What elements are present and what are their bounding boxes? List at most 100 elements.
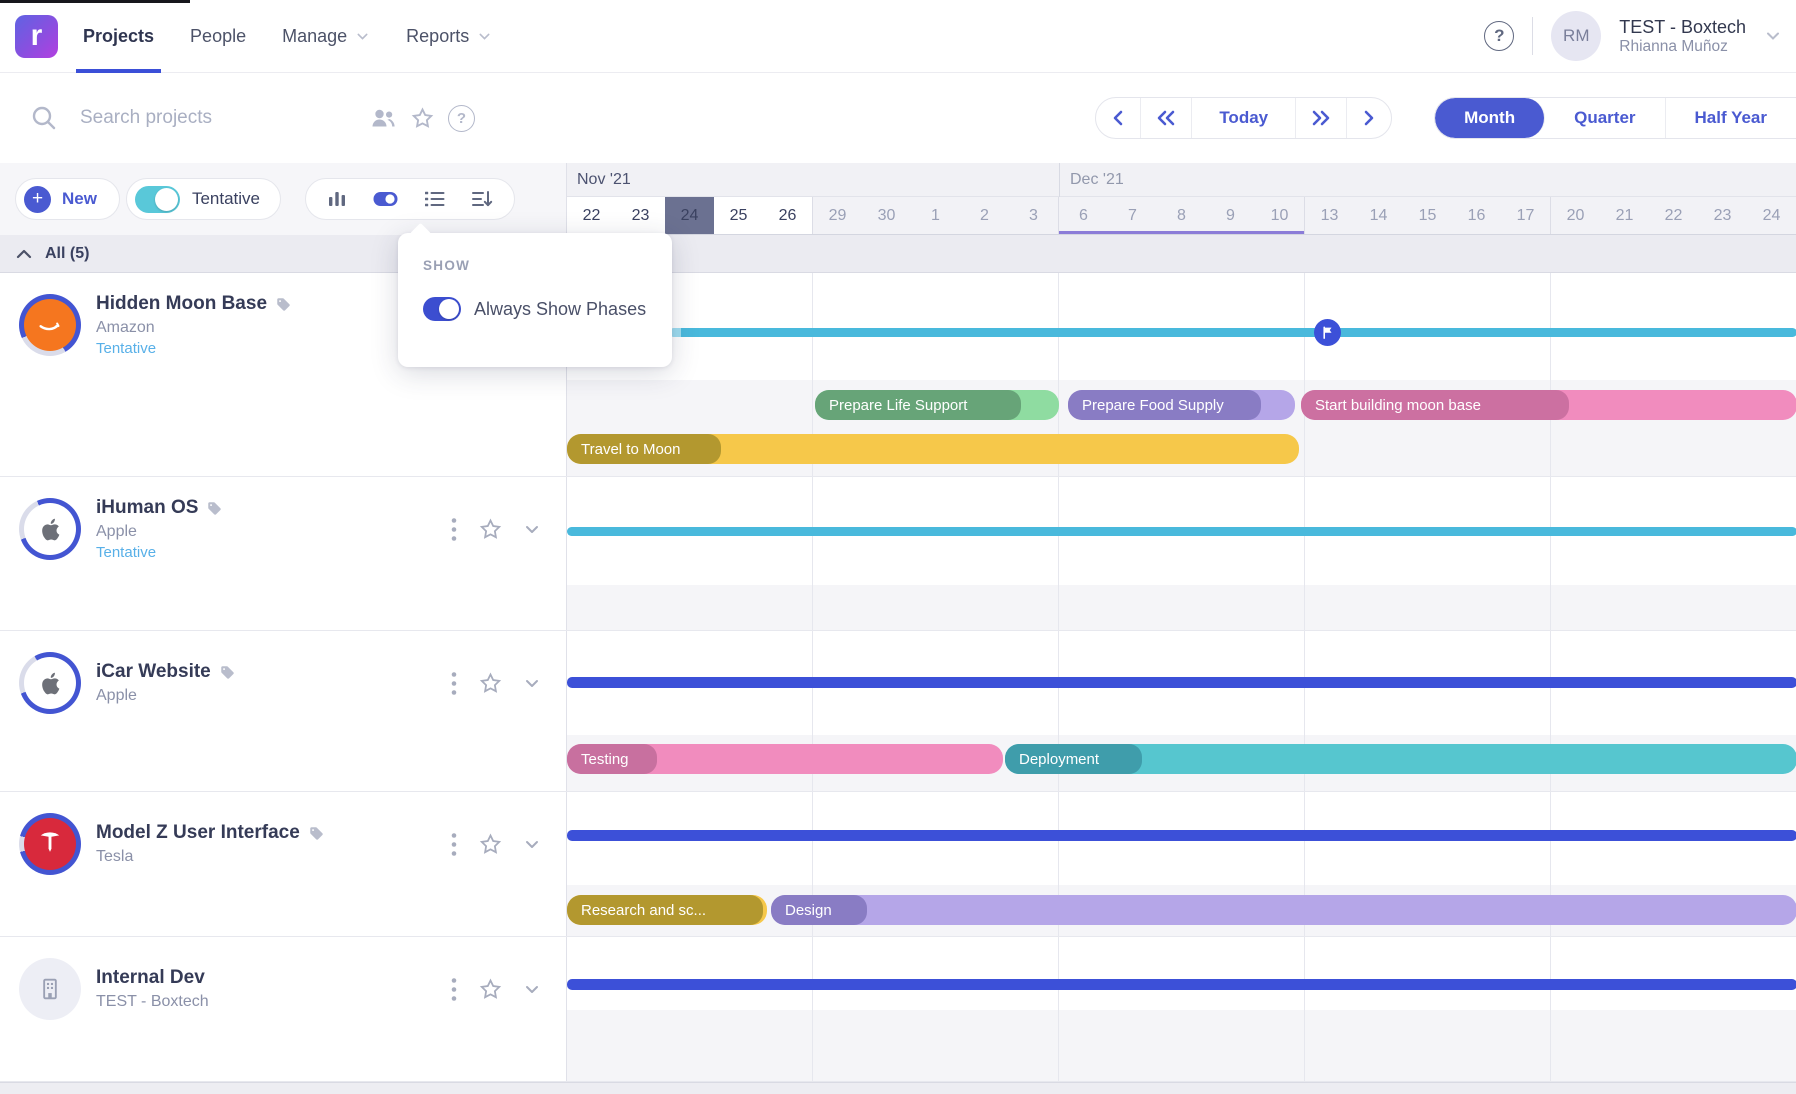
project-name-label: Internal Dev bbox=[96, 967, 205, 989]
nav-item-manage[interactable]: Manage bbox=[282, 0, 370, 73]
chevron-down-icon[interactable] bbox=[524, 675, 540, 691]
project-name[interactable]: Model Z User Interface bbox=[96, 822, 324, 844]
top-navigation-bar: r Projects People Manage Reports ? RM TEST … bbox=[0, 0, 1796, 73]
date-cell: 30 bbox=[862, 197, 911, 234]
phase-bar[interactable]: Prepare Food Supply bbox=[1068, 390, 1295, 420]
project-row-head: Internal Dev TEST - Boxtech bbox=[0, 937, 566, 1041]
help-icon[interactable]: ? bbox=[1484, 21, 1514, 51]
phase-bar[interactable]: Travel to Moon bbox=[567, 434, 1299, 464]
search-input[interactable] bbox=[80, 107, 348, 129]
project-row: iCar WebsiteAppleTestingDeployment bbox=[0, 631, 1796, 792]
nav-item-projects[interactable]: Projects bbox=[83, 0, 154, 73]
fast-next-button[interactable] bbox=[1296, 98, 1347, 138]
project-name[interactable]: Internal Dev bbox=[96, 967, 209, 989]
next-group-peek bbox=[0, 1082, 1796, 1094]
list-view-icon[interactable] bbox=[423, 190, 446, 208]
phase-label-chip: Start building moon base bbox=[1301, 390, 1569, 420]
group-header-label: All (5) bbox=[45, 245, 89, 263]
project-name[interactable]: iHuman OS bbox=[96, 497, 222, 519]
project-name-label: Model Z User Interface bbox=[96, 822, 300, 844]
kebab-menu-icon[interactable] bbox=[451, 670, 457, 697]
prev-button[interactable] bbox=[1096, 98, 1141, 138]
nav-item-label: People bbox=[190, 26, 246, 47]
date-cell: 23 bbox=[1698, 197, 1747, 234]
project-bar[interactable] bbox=[567, 527, 1796, 536]
nav-item-people[interactable]: People bbox=[190, 0, 246, 73]
project-bar[interactable] bbox=[567, 979, 1796, 990]
project-row-head: Model Z User Interface Tesla bbox=[0, 792, 566, 896]
search-filter-icons: ? bbox=[370, 105, 475, 132]
phase-label-chip: Research and sc... bbox=[567, 895, 763, 925]
always-show-phases-label: Always Show Phases bbox=[474, 299, 646, 320]
building-logo-icon bbox=[24, 963, 76, 1015]
date-cell: 15 bbox=[1403, 197, 1452, 234]
star-icon[interactable] bbox=[478, 832, 503, 857]
next-button[interactable] bbox=[1347, 98, 1391, 138]
project-bar[interactable] bbox=[669, 328, 1796, 337]
divider bbox=[1532, 17, 1533, 55]
project-info: Hidden Moon BaseAmazonTentative bbox=[96, 293, 291, 357]
phase-bar[interactable]: Research and sc... bbox=[567, 895, 767, 925]
people-filter-icon[interactable] bbox=[370, 107, 397, 129]
phase-bar[interactable]: Testing bbox=[567, 744, 1003, 774]
project-timeline bbox=[566, 937, 1796, 1081]
kebab-menu-icon[interactable] bbox=[451, 516, 457, 543]
kebab-menu-icon[interactable] bbox=[451, 831, 457, 858]
star-icon[interactable] bbox=[478, 671, 503, 696]
star-icon[interactable] bbox=[478, 977, 503, 1002]
project-name-label: Hidden Moon Base bbox=[96, 293, 267, 315]
tab-month[interactable]: Month bbox=[1435, 98, 1545, 138]
project-bar[interactable] bbox=[567, 830, 1796, 841]
phase-bar[interactable]: Design bbox=[771, 895, 1796, 925]
date-cell: 29 bbox=[813, 197, 862, 234]
timeline-week: 2021222324 bbox=[1551, 197, 1796, 234]
project-name[interactable]: Hidden Moon Base bbox=[96, 293, 291, 315]
plus-icon: + bbox=[24, 186, 51, 213]
date-cell: 13 bbox=[1305, 197, 1354, 234]
project-client: TEST - Boxtech bbox=[96, 993, 209, 1011]
date-cell-today: 24 bbox=[665, 197, 714, 234]
date-cell: 1 bbox=[911, 197, 960, 234]
account-chevron-down-icon[interactable] bbox=[1764, 27, 1782, 45]
fast-prev-button[interactable] bbox=[1141, 98, 1192, 138]
tentative-toggle[interactable] bbox=[135, 186, 180, 213]
nav-item-reports[interactable]: Reports bbox=[406, 0, 492, 73]
app-logo[interactable]: r bbox=[15, 15, 58, 58]
date-cell: 7 bbox=[1108, 197, 1157, 234]
account-labels[interactable]: TEST - Boxtech Rhianna Muñoz bbox=[1619, 16, 1746, 57]
user-avatar[interactable]: RM bbox=[1551, 11, 1601, 61]
tab-quarter[interactable]: Quarter bbox=[1545, 98, 1665, 138]
star-filter-icon[interactable] bbox=[410, 106, 435, 131]
group-header-all[interactable]: All (5) bbox=[0, 235, 1796, 273]
project-name[interactable]: iCar Website bbox=[96, 661, 235, 683]
milestone-flag[interactable] bbox=[1314, 319, 1341, 346]
project-bar[interactable] bbox=[567, 677, 1796, 688]
popover-section-label: SHOW bbox=[423, 258, 672, 273]
sub-header: ? Today MonthQuarterHalf Year bbox=[0, 73, 1796, 163]
today-button[interactable]: Today bbox=[1192, 98, 1296, 138]
star-icon[interactable] bbox=[478, 517, 503, 542]
phase-bar[interactable]: Deployment bbox=[1005, 744, 1796, 774]
project-status-tentative: Tentative bbox=[96, 544, 222, 561]
sort-icon[interactable] bbox=[470, 189, 494, 209]
account-org: TEST - Boxtech bbox=[1619, 16, 1746, 39]
chevron-down-icon[interactable] bbox=[524, 981, 540, 997]
phase-bar[interactable]: Start building moon base bbox=[1301, 390, 1796, 420]
project-rows: Hidden Moon BaseAmazonTentative Prepare L… bbox=[0, 273, 1796, 1082]
kebab-menu-icon[interactable] bbox=[451, 976, 457, 1003]
date-cell: 22 bbox=[1649, 197, 1698, 234]
chevron-down-icon[interactable] bbox=[524, 836, 540, 852]
new-project-button[interactable]: + New bbox=[15, 178, 120, 220]
date-cell: 9 bbox=[1206, 197, 1255, 234]
always-show-phases-toggle[interactable] bbox=[423, 297, 461, 321]
search-help-icon[interactable]: ? bbox=[448, 105, 475, 132]
project-timeline: TestingDeployment bbox=[566, 631, 1796, 791]
project-timeline: Research and sc... Design bbox=[566, 792, 1796, 936]
tab-half-year[interactable]: Half Year bbox=[1666, 98, 1796, 138]
charts-icon[interactable] bbox=[326, 189, 348, 209]
timeline-month-label: Nov '21 bbox=[567, 163, 1059, 197]
chevron-down-icon[interactable] bbox=[524, 521, 540, 537]
phases-toggle-icon[interactable] bbox=[372, 190, 399, 208]
project-client: Tesla bbox=[96, 848, 324, 866]
phase-bar[interactable]: Prepare Life Support bbox=[815, 390, 1059, 420]
